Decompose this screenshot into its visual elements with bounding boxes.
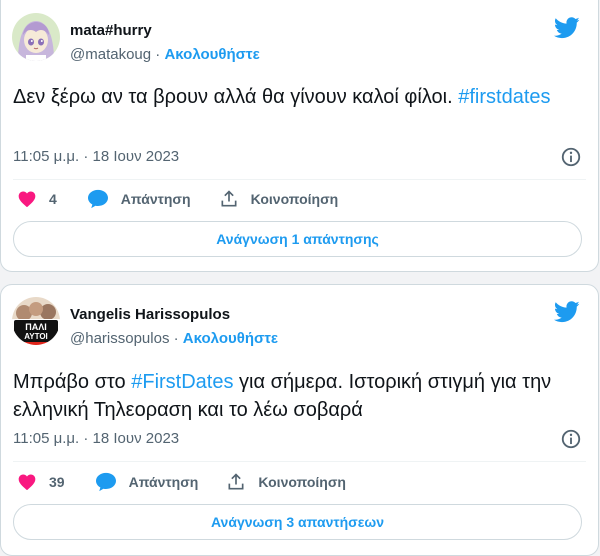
tweet-text: Μπράβο στο #FirstDates για σήμερα. Ιστορ… [13, 368, 578, 424]
reply-button[interactable]: Απάντηση [87, 189, 191, 209]
like-button[interactable]: 39 [17, 472, 65, 492]
hashtag-link[interactable]: #FirstDates [131, 371, 233, 393]
share-icon [228, 473, 244, 490]
heart-icon [18, 191, 36, 207]
info-icon[interactable] [560, 146, 582, 168]
author-name[interactable]: Vangelis Harissopulos [70, 306, 230, 323]
share-button[interactable]: Κοινοποίηση [226, 472, 346, 492]
twitter-bird-icon[interactable] [554, 17, 580, 39]
read-replies-button[interactable]: Ανάγνωση 1 απάντησης [13, 221, 582, 257]
author-handle-line: @harissopulos · Ακολουθήστε [70, 330, 278, 347]
author-name[interactable]: mata#hurry [70, 22, 152, 39]
divider [13, 179, 586, 180]
tweet-card: ΠΑΛΙ ΑΥΤΟΙ Vangelis Harissopulos @hariss… [0, 284, 599, 556]
avatar[interactable]: ΠΑΛΙ ΑΥΤΟΙ [12, 297, 60, 345]
like-button[interactable]: 4 [17, 189, 57, 209]
twitter-bird-icon[interactable] [554, 301, 580, 323]
tweet-timestamp[interactable]: 11:05 μ.μ. · 18 Ιουν 2023 [13, 430, 179, 447]
like-count: 39 [49, 474, 65, 490]
speech-bubble-icon [95, 472, 116, 492]
divider [13, 461, 586, 462]
share-icon [221, 190, 237, 207]
hashtag-link[interactable]: #firstdates [458, 86, 550, 108]
svg-text:ΠΑΛΙ: ΠΑΛΙ [25, 322, 47, 332]
tweet-timestamp[interactable]: 11:05 μ.μ. · 18 Ιουν 2023 [13, 148, 179, 165]
tweet-text: Δεν ξέρω αν τα βρουν αλλά θα γίνουν καλο… [13, 83, 578, 111]
separator: · [173, 330, 179, 347]
tweet-card: mata#hurry @matakoug · Ακολουθήστε Δεν ξ… [0, 0, 599, 272]
heart-icon [18, 474, 36, 490]
share-label: Κοινοποίηση [250, 191, 339, 207]
speech-bubble-icon [87, 189, 108, 209]
anime-avatar-image [12, 13, 60, 61]
author-handle-line: @matakoug · Ακολουθήστε [70, 46, 260, 63]
tweet-text-before: Μπράβο στο [13, 371, 132, 393]
svg-text:ΑΥΤΟΙ: ΑΥΤΟΙ [24, 332, 48, 341]
reply-button[interactable]: Απάντηση [95, 472, 199, 492]
info-icon[interactable] [560, 428, 582, 450]
tweet-actions: 4 Απάντηση Κοινοποίηση [13, 189, 338, 209]
reply-label: Απάντηση [128, 474, 199, 490]
follow-button[interactable]: Ακολουθήστε [183, 330, 278, 347]
avatar[interactable] [12, 13, 60, 61]
like-count: 4 [49, 191, 57, 207]
share-button[interactable]: Κοινοποίηση [219, 189, 339, 209]
follow-button[interactable]: Ακολουθήστε [164, 46, 259, 63]
share-label: Κοινοποίηση [258, 474, 346, 490]
reply-label: Απάντηση [120, 191, 191, 207]
tweet-text-body: Δεν ξέρω αν τα βρουν αλλά θα γίνουν καλο… [13, 86, 453, 108]
author-handle[interactable]: @matakoug [70, 46, 151, 63]
pali-aftoi-avatar-image: ΠΑΛΙ ΑΥΤΟΙ [12, 297, 60, 345]
tweet-actions: 39 Απάντηση Κοινοποίηση [13, 472, 346, 492]
separator: · [155, 46, 161, 63]
read-replies-button[interactable]: Ανάγνωση 3 απαντήσεων [13, 504, 582, 540]
author-handle[interactable]: @harissopulos [70, 330, 169, 347]
